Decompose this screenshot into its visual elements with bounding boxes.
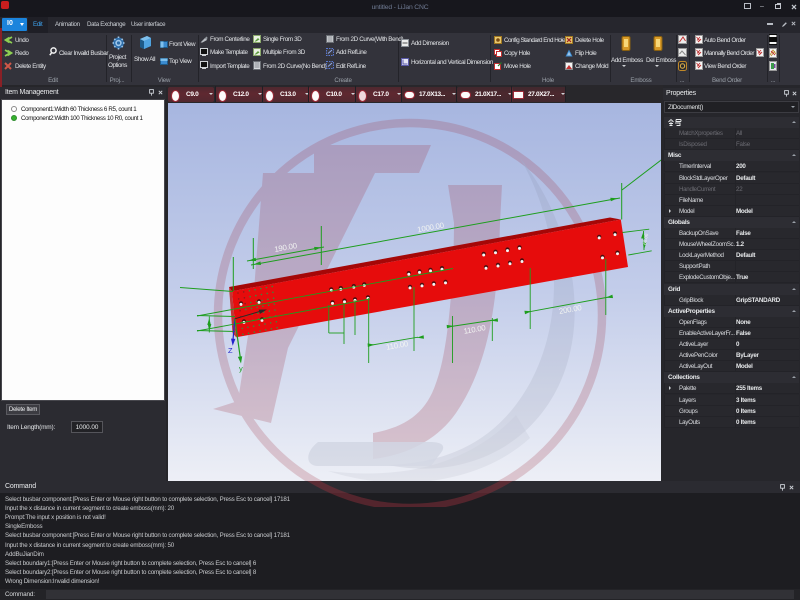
svg-text:Z: Z [228,346,233,355]
svg-text:y: y [239,364,243,373]
